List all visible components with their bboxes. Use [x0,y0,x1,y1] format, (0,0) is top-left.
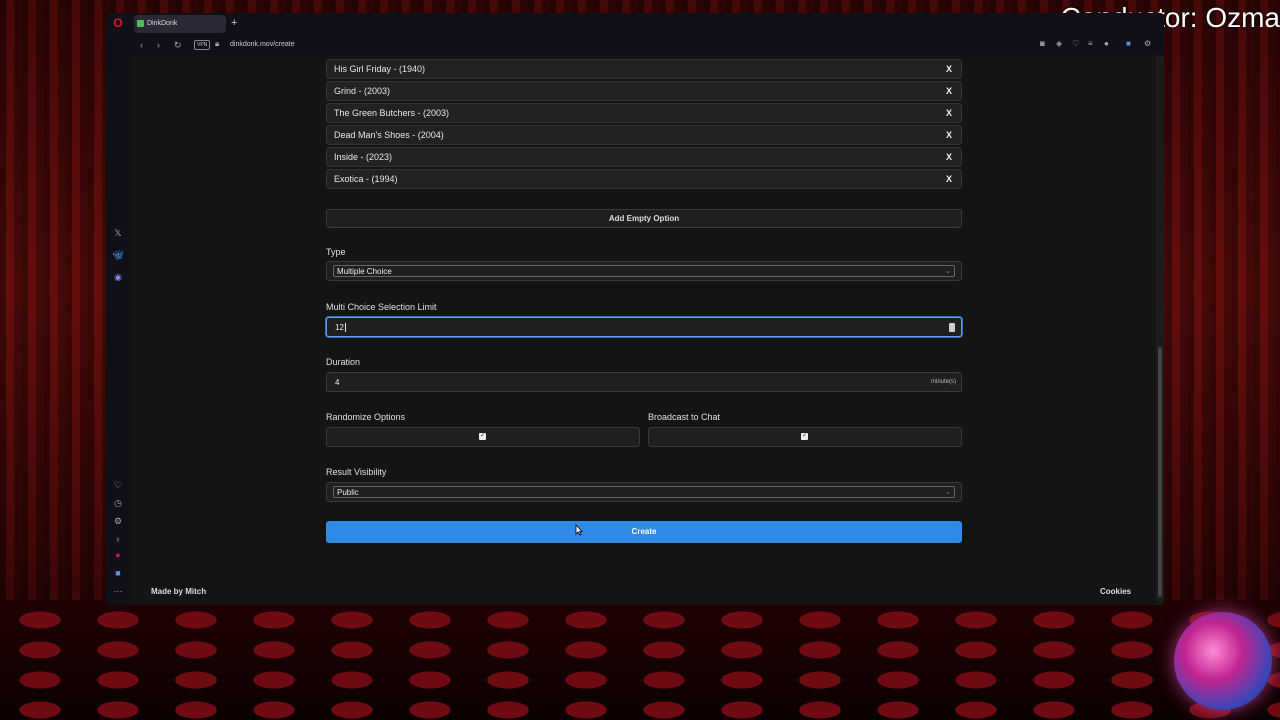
type-select[interactable]: Multiple Choice ⌄ [326,261,962,281]
visibility-select[interactable]: Public ⌄ [326,482,962,502]
shield-icon[interactable]: ◈ [1056,39,1062,49]
visibility-select-value: Public [337,488,359,497]
more-icon[interactable]: ⋯ [112,585,124,597]
lightbulb-icon[interactable]: ♁ [112,533,124,545]
app-icon[interactable]: ■ [112,567,124,579]
menu-icon[interactable]: ≡ [1088,39,1093,49]
option-row: Inside - (2023) X [326,147,962,167]
broadcast-label: Broadcast to Chat [648,412,721,422]
option-label: His Girl Friday - (1940) [334,64,426,74]
heart-sidebar-icon[interactable]: ♡ [112,479,124,491]
broadcast-to-chat-toggle[interactable]: ✓ [648,427,962,447]
page-scrollbar[interactable] [1156,55,1164,605]
option-label: The Green Butchers - (2003) [334,108,450,118]
vpn-badge[interactable]: VPN [194,40,211,50]
duration-label: Duration [326,357,361,367]
selection-limit-value: 12 [335,323,346,333]
number-spinner-icon[interactable] [949,323,955,332]
type-select-value: Multiple Choice [337,267,392,276]
url-field[interactable]: dinkdonk.mov/create [230,40,295,50]
remove-option-button[interactable]: X [946,108,952,119]
tab-title: DinkDonk [147,20,178,27]
selection-limit-input[interactable]: 12 [326,317,962,337]
limit-label: Multi Choice Selection Limit [326,302,437,312]
option-label: Inside - (2023) [334,152,393,162]
option-row: Grind - (2003) X [326,81,962,101]
duration-input[interactable]: 4 minute(s) [326,372,962,392]
browser-window: O DinkDonk + ‹ › ↻ VPN 🔒︎ dinkdonk.mov/c… [106,13,1164,605]
streamer-avatar-orb [1174,612,1272,710]
settings-icon[interactable]: ⚙ [1144,39,1151,49]
gear-icon[interactable]: ⚙ [112,515,124,527]
add-empty-option-button[interactable]: Add Empty Option [326,209,962,228]
option-row: His Girl Friday - (1940) X [326,59,962,79]
option-label: Grind - (2003) [334,86,391,96]
history-icon[interactable]: ◷ [112,497,124,509]
tab-dinkdonk[interactable]: DinkDonk [134,15,226,33]
option-label: Exotica - (1994) [334,174,398,184]
option-row: Dead Man's Shoes - (2004) X [326,125,962,145]
remove-option-button[interactable]: X [946,174,952,185]
scrollbar-thumb[interactable] [1158,347,1162,597]
tab-bar: O DinkDonk + [106,13,1164,35]
extension-icon[interactable]: ■ [1126,39,1131,49]
option-label: Dead Man's Shoes - (2004) [334,130,444,140]
forward-icon[interactable]: › [157,39,160,51]
reload-icon[interactable]: ↻ [174,39,182,51]
snapshot-icon[interactable]: ◙ [1040,39,1045,49]
cookies-link[interactable]: Cookies [1100,587,1131,597]
text-caret [344,323,346,333]
heart-icon[interactable]: ♡ [1072,39,1079,49]
broadcast-checkbox[interactable]: ✓ [801,433,808,440]
address-bar: ‹ › ↻ VPN 🔒︎ dinkdonk.mov/create ◙ ◈ ♡ ≡… [106,35,1164,55]
discord-icon[interactable]: ◉ [112,271,124,283]
mouse-cursor-icon [575,524,583,536]
opera-logo-icon[interactable]: O [112,17,124,29]
profile-icon[interactable]: ● [1104,39,1109,49]
x-twitter-icon[interactable]: 𝕏 [112,227,124,239]
randomize-checkbox[interactable]: ✓ [479,433,486,440]
remove-option-button[interactable]: X [946,130,952,141]
duration-unit: minute(s) [930,379,956,385]
made-by-text: Made by Mitch [151,587,207,596]
new-tab-button[interactable]: + [231,17,237,29]
browser-sidebar: 𝕏 🦋︎ ◉ ♡ ◷ ⚙ ♁ ● ■ ⋯ [106,55,130,605]
theater-seats-background [0,600,1280,720]
record-icon[interactable]: ● [112,549,124,561]
remove-option-button[interactable]: X [946,152,952,163]
type-select-value-box[interactable]: Multiple Choice ⌄ [333,265,955,277]
favicon-icon [137,20,144,27]
remove-option-button[interactable]: X [946,86,952,97]
selection-limit-text: 12 [335,323,344,332]
chevron-down-icon: ⌄ [945,489,951,496]
back-icon[interactable]: ‹ [140,39,143,51]
option-row: Exotica - (1994) X [326,169,962,189]
randomize-label: Randomize Options [326,412,406,422]
bluesky-icon[interactable]: 🦋︎ [112,249,124,261]
remove-option-button[interactable]: X [946,64,952,75]
type-label: Type [326,247,346,257]
lock-icon[interactable]: 🔒︎ [215,39,219,49]
page-content: His Girl Friday - (1940) X Grind - (2003… [130,55,1156,605]
visibility-select-value-box[interactable]: Public ⌄ [333,486,955,498]
randomize-options-toggle[interactable]: ✓ [326,427,640,447]
duration-value: 4 [335,378,340,387]
chevron-down-icon: ⌄ [945,268,951,275]
create-button[interactable]: Create [326,521,962,543]
option-row: The Green Butchers - (2003) X [326,103,962,123]
visibility-label: Result Visibility [326,467,387,477]
